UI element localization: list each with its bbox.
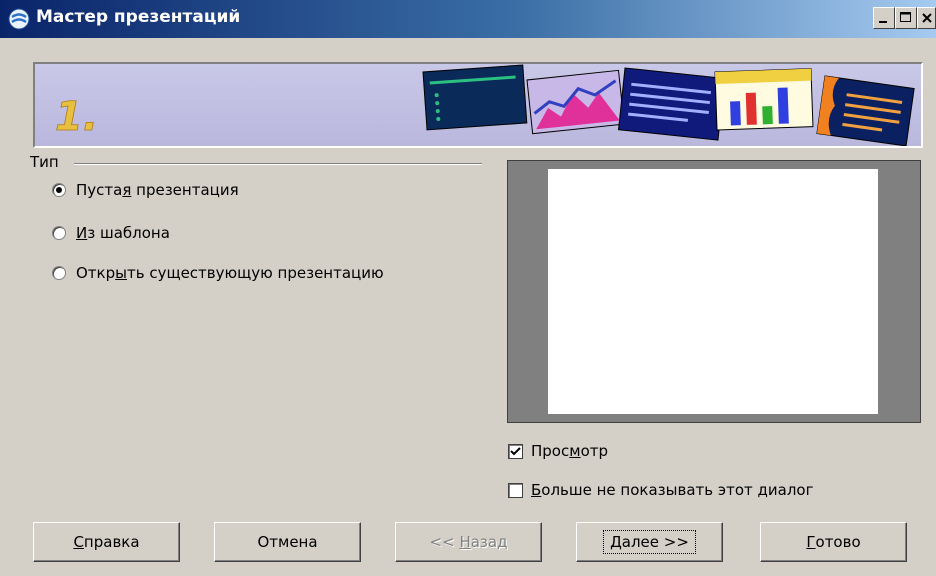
radio-button[interactable] (52, 226, 66, 240)
slide-thumbnail-bar-chart-icon (714, 68, 814, 131)
banner-artwork: 1. (55, 64, 915, 146)
minimize-icon (879, 21, 887, 23)
radio-button[interactable] (52, 183, 66, 197)
checkmark-icon (510, 446, 521, 455)
checkbox-preview[interactable]: Просмотр (508, 440, 608, 462)
step-number: 1. (55, 94, 98, 140)
radio-from-template[interactable]: Из шаблона (52, 222, 170, 244)
checkbox-label: Просмотр (531, 442, 608, 460)
radio-open-existing[interactable]: Открыть существующую презентацию (52, 262, 384, 284)
radio-label: Из шаблона (76, 224, 170, 242)
wizard-banner: 1. (33, 62, 923, 148)
finish-button[interactable]: Готово (760, 522, 907, 562)
back-button[interactable]: << Назад (395, 522, 542, 562)
maximize-button[interactable] (895, 7, 917, 29)
checkbox-label: Больше не показывать этот диалог (531, 481, 814, 499)
checkbox[interactable] (508, 482, 523, 498)
checkbox-dont-show-again[interactable]: Больше не показывать этот диалог (508, 479, 813, 501)
slide-thumbnail-outline-icon (816, 75, 915, 146)
window-title: Мастер презентаций (36, 7, 241, 27)
maximize-icon (900, 12, 911, 22)
slide-thumbnail-text-icon (617, 67, 726, 141)
close-icon (922, 13, 932, 23)
radio-label: Пустая презентация (76, 181, 239, 199)
title-bar[interactable]: Мастер презентаций (0, 0, 936, 38)
preview-page (548, 169, 878, 414)
cancel-button[interactable]: Отмена (214, 522, 361, 562)
type-group-label: Тип (30, 153, 63, 171)
slide-thumbnail-chart-icon (526, 69, 625, 135)
close-button[interactable] (917, 7, 936, 29)
radio-button[interactable] (52, 266, 66, 280)
app-icon (8, 8, 30, 30)
type-group-divider (74, 163, 482, 165)
slide-thumbnail-list-icon (422, 64, 528, 131)
radio-empty-presentation[interactable]: Пустая презентация (52, 179, 239, 201)
radio-label: Открыть существующую презентацию (76, 264, 384, 282)
help-button[interactable]: Справка (33, 522, 180, 562)
minimize-button[interactable] (873, 7, 895, 29)
checkbox[interactable] (508, 443, 523, 459)
preview-pane (507, 160, 921, 423)
next-button[interactable]: Далее >> (576, 522, 723, 562)
